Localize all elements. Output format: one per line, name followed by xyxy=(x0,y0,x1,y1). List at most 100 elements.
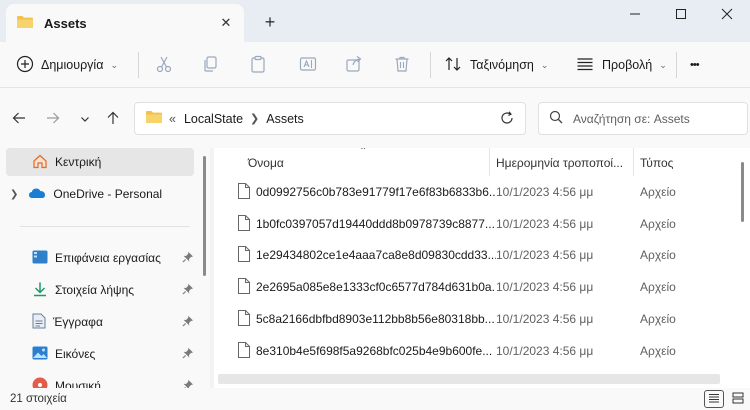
sidebar-divider xyxy=(20,226,190,227)
rename-button[interactable] xyxy=(296,53,320,77)
rename-icon xyxy=(299,55,317,76)
maximize-button[interactable] xyxy=(658,0,704,28)
chevron-down-icon: ⌄ xyxy=(659,59,667,70)
sidebar-item-onedrive[interactable]: ❯ OneDrive - Personal xyxy=(0,180,162,208)
chevron-down-icon xyxy=(80,111,90,127)
file-list-vertical-scrollbar[interactable] xyxy=(741,162,744,222)
arrow-right-icon xyxy=(46,111,60,128)
search-icon xyxy=(549,110,563,127)
file-date: 10/1/2023 4:56 μμ xyxy=(496,248,594,262)
table-row[interactable]: 8e310b4e5f698f5a9268bfc025b4e9b600fe... … xyxy=(234,336,734,364)
file-list-horizontal-scrollbar[interactable] xyxy=(218,374,720,384)
breadcrumb-item-assets[interactable]: Assets xyxy=(266,112,304,126)
up-button[interactable] xyxy=(102,108,124,130)
sidebar-item-home[interactable]: Κεντρική xyxy=(6,148,194,176)
recent-locations-button[interactable] xyxy=(74,108,96,130)
sidebar-item-label: Κεντρική xyxy=(55,155,102,169)
refresh-button[interactable] xyxy=(497,109,517,129)
tab-assets[interactable]: Assets ✕ xyxy=(6,4,244,42)
file-icon xyxy=(238,246,250,265)
scissors-icon xyxy=(155,55,173,76)
file-date: 10/1/2023 4:56 μμ xyxy=(496,185,594,199)
pin-icon[interactable] xyxy=(182,379,194,388)
address-bar[interactable]: « LocalState ❯ Assets xyxy=(134,102,526,135)
new-tab-button[interactable]: + xyxy=(258,10,282,34)
command-bar: Δημιουργία ⌄ Ταξινόμηση ⌄ Προβολή ⌄ ••• xyxy=(0,42,750,88)
sidebar-item-documents[interactable]: Έγγραφα xyxy=(0,308,200,336)
view-button[interactable]: Προβολή ⌄ xyxy=(576,50,667,80)
share-icon xyxy=(345,55,363,76)
column-divider[interactable] xyxy=(489,148,490,176)
item-count: 21 στοιχεία xyxy=(10,393,67,405)
details-view-icon xyxy=(708,392,720,407)
table-row[interactable]: 5c8a2166dbfbd8903e112bb8b56e80318bb... 1… xyxy=(234,304,734,332)
pin-icon[interactable] xyxy=(182,315,194,330)
chevron-down-icon: ⌄ xyxy=(110,59,118,70)
table-row[interactable]: 2e2695a085e8e1333cf0c6577d784d631b0a... … xyxy=(234,272,734,300)
details-view-button[interactable] xyxy=(704,390,724,408)
sidebar-item-desktop[interactable]: Επιφάνεια εργασίας xyxy=(0,244,200,272)
column-header-name[interactable]: Όνομα xyxy=(248,152,284,174)
file-date: 10/1/2023 4:56 μμ xyxy=(496,312,594,326)
pin-icon[interactable] xyxy=(182,283,194,298)
sidebar-item-music[interactable]: Μουσική xyxy=(0,372,200,388)
tiles-view-icon xyxy=(732,392,744,407)
file-icon xyxy=(238,278,250,297)
onedrive-icon xyxy=(28,186,46,203)
cut-button[interactable] xyxy=(152,53,176,77)
share-button[interactable] xyxy=(342,53,366,77)
back-button[interactable] xyxy=(8,108,30,130)
paste-button[interactable] xyxy=(246,53,270,77)
sort-button[interactable]: Ταξινόμηση ⌄ xyxy=(444,50,548,80)
column-header-date[interactable]: Ημερομηνία τροποποί... xyxy=(496,152,623,174)
file-icon xyxy=(238,342,250,361)
close-tab-icon[interactable]: ✕ xyxy=(216,13,236,33)
home-icon xyxy=(32,153,48,172)
sidebar-item-pictures[interactable]: Εικόνες xyxy=(0,340,200,368)
copy-button[interactable] xyxy=(198,53,222,77)
close-window-button[interactable] xyxy=(704,0,750,28)
pin-icon[interactable] xyxy=(182,251,194,266)
new-button[interactable]: Δημιουργία ⌄ xyxy=(16,50,118,80)
column-header-label: Όνομα xyxy=(248,156,284,170)
breadcrumb-overflow[interactable]: « xyxy=(169,112,176,126)
toolbar-divider xyxy=(430,52,431,78)
more-options-button[interactable]: ••• xyxy=(690,50,700,80)
pin-icon[interactable] xyxy=(182,347,194,362)
sidebar-item-downloads[interactable]: Στοιχεία λήψης xyxy=(0,276,200,304)
sidebar-scrollbar[interactable] xyxy=(203,156,206,276)
navigation-bar: « LocalState ❯ Assets xyxy=(0,88,750,148)
trash-icon xyxy=(393,55,411,76)
file-date: 10/1/2023 4:56 μμ xyxy=(496,217,594,231)
search-box[interactable] xyxy=(538,102,748,135)
table-row[interactable]: 1e29434802ce1e4aaa7ca8e8d09830cdd33... 1… xyxy=(234,240,734,268)
column-divider[interactable] xyxy=(633,148,634,176)
table-row[interactable]: 0d0992756c0b783e91779f17e6f83b6833b6... … xyxy=(234,177,734,205)
sidebar-item-label: Επιφάνεια εργασίας xyxy=(55,251,161,265)
file-type: Αρχείο xyxy=(640,280,676,294)
sidebar-item-label: Έγγραφα xyxy=(53,315,103,329)
file-type: Αρχείο xyxy=(640,185,676,199)
file-icon xyxy=(238,310,250,329)
file-name: 5c8a2166dbfbd8903e112bb8b56e80318bb... xyxy=(256,312,495,326)
sidebar-item-label: Στοιχεία λήψης xyxy=(55,283,135,297)
search-input[interactable] xyxy=(573,111,733,126)
chevron-right-icon[interactable]: ❯ xyxy=(10,189,18,200)
table-row[interactable]: 1b0fc0397057d19440ddd8b0978739c8877... 1… xyxy=(234,209,734,237)
minimize-button[interactable] xyxy=(612,0,658,28)
toolbar-divider xyxy=(138,52,139,78)
tab-title: Assets xyxy=(44,15,87,31)
music-icon xyxy=(32,377,48,388)
file-name: 2e2695a085e8e1333cf0c6577d784d631b0a... xyxy=(256,280,496,294)
file-name: 1e29434802ce1e4aaa7ca8e8d09830cdd33... xyxy=(256,248,496,262)
clipboard-icon xyxy=(249,55,267,76)
new-button-label: Δημιουργία xyxy=(41,58,104,72)
title-bar: Assets ✕ + xyxy=(0,0,750,42)
forward-button[interactable] xyxy=(42,108,64,130)
file-type: Αρχείο xyxy=(640,312,676,326)
tiles-view-button[interactable] xyxy=(728,390,748,408)
breadcrumb-item-localstate[interactable]: LocalState xyxy=(184,112,243,126)
sidebar-item-label: Μουσική xyxy=(55,379,101,388)
column-header-type[interactable]: Τύπος xyxy=(640,152,673,174)
delete-button[interactable] xyxy=(390,53,414,77)
